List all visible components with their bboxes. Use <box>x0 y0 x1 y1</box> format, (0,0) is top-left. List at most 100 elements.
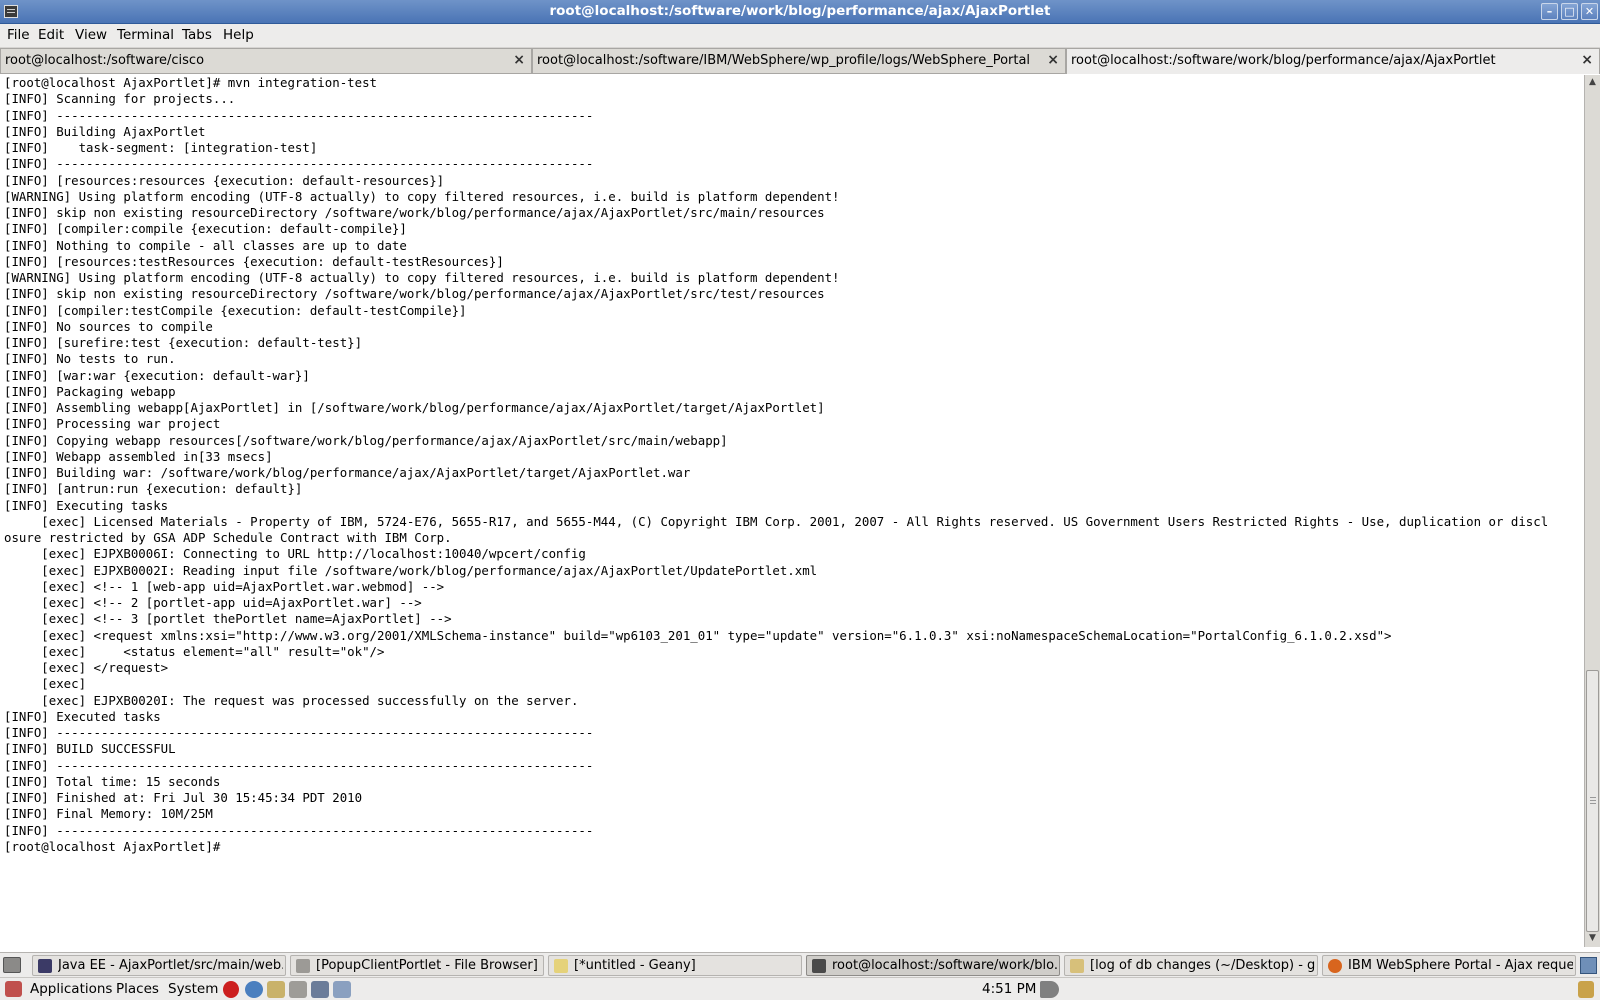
menu-system[interactable]: System <box>168 981 218 997</box>
maximize-button[interactable]: □ <box>1561 3 1578 20</box>
tab-websphere-logs[interactable]: root@localhost:/software/IBM/WebSphere/w… <box>532 48 1066 73</box>
terminal-line: [exec] Licensed Materials - Property of … <box>4 513 1549 529</box>
terminal-line: [exec] <!-- 2 [portlet-app uid=AjaxPortl… <box>4 595 422 610</box>
menu-view[interactable]: View <box>75 27 107 43</box>
taskbar-item-label: root@localhost:/software/work/blo... <box>832 958 1057 973</box>
terminal-line: [INFO] Nothing to compile - all classes … <box>4 237 407 253</box>
terminal-line: [exec] EJPXB0020I: The request was proce… <box>4 692 579 708</box>
terminal-line: [INFO] [resources:testResources {executi… <box>4 253 504 269</box>
eclipse-icon <box>38 959 52 973</box>
scroll-up-icon[interactable]: ▲ <box>1587 77 1598 89</box>
firefox-icon <box>1328 959 1342 973</box>
taskbar-item-label: [log of db changes (~/Desktop) - g... <box>1090 958 1315 973</box>
close-tab-icon[interactable]: × <box>513 52 525 68</box>
close-tab-icon[interactable]: × <box>1047 52 1059 68</box>
terminal-scrollbar[interactable]: ▲ ▼ <box>1584 75 1600 947</box>
terminal-line: [INFO] [surefire:test {execution: defaul… <box>4 335 363 350</box>
terminal-line: [WARNING] Using platform encoding (UTF-8… <box>4 270 840 285</box>
terminal-line: [exec] <box>4 676 87 692</box>
terminal-line: [INFO] Executing tasks <box>4 497 169 513</box>
taskbar-item-label: [*untitled - Geany] <box>574 958 696 973</box>
terminal-line: [INFO] Executed tasks <box>4 708 161 724</box>
terminal-line: [INFO] Packaging webapp <box>4 383 176 399</box>
terminal-line: [exec] <request xmlns:xsi="http://www.w3… <box>4 627 1392 643</box>
clock[interactable]: 4:51 PM <box>982 981 1036 997</box>
close-tab-icon[interactable]: × <box>1581 52 1593 68</box>
terminal-line: [INFO] task-segment: [integration-test] <box>4 140 318 155</box>
menu-tabs[interactable]: Tabs <box>182 27 212 43</box>
taskbar-item-terminal[interactable]: root@localhost:/software/work/blo... <box>806 955 1060 976</box>
terminal-line: [root@localhost AjaxPortlet]# <box>4 838 228 854</box>
terminal-line: [INFO] [compiler:testCompile {execution:… <box>4 302 467 318</box>
taskbar-item-gedit[interactable]: [log of db changes (~/Desktop) - g... <box>1064 955 1318 976</box>
gedit-icon <box>1070 959 1084 973</box>
terminal-line: [INFO] No sources to compile <box>4 318 213 334</box>
window-title: root@localhost:/software/work/blog/perfo… <box>549 3 1051 19</box>
menu-applications[interactable]: Applications <box>30 981 112 997</box>
terminal-line: [INFO] Scanning for projects... <box>4 91 236 107</box>
screenshot-launcher-icon[interactable] <box>333 981 351 998</box>
menu-places[interactable]: Places <box>116 981 159 997</box>
browser-launcher-icon[interactable] <box>245 981 263 998</box>
minimize-button[interactable]: – <box>1541 3 1558 20</box>
terminal-line: [INFO] Building AjaxPortlet <box>4 123 206 139</box>
terminal-line: [INFO] Building war: /software/work/blog… <box>4 465 691 480</box>
terminal-line: [INFO] skip non existing resourceDirecto… <box>4 286 825 302</box>
terminal-output[interactable]: [root@localhost AjaxPortlet]# mvn integr… <box>0 75 1584 947</box>
taskbar-item-label: Java EE - AjaxPortlet/src/main/web... <box>58 958 283 973</box>
terminal-line: [exec] EJPXB0006I: Connecting to URL htt… <box>4 546 586 562</box>
mail-launcher-icon[interactable] <box>267 981 285 998</box>
terminal-line: [INFO] ---------------------------------… <box>4 156 594 172</box>
terminal-line: [exec] EJPXB0002I: Reading input file /s… <box>4 562 818 578</box>
taskbar-item-label: IBM WebSphere Portal - Ajax reque... <box>1348 958 1573 973</box>
editor-launcher-icon[interactable] <box>289 981 307 998</box>
terminal-icon <box>812 959 826 973</box>
tab-cisco[interactable]: root@localhost:/software/cisco × <box>0 48 532 73</box>
terminal-line: [INFO] Copying webapp resources[/softwar… <box>4 432 728 448</box>
menu-help[interactable]: Help <box>223 27 254 43</box>
terminal-line: [WARNING] Using platform encoding (UTF-8… <box>4 188 840 204</box>
terminal-line: [INFO] ---------------------------------… <box>4 107 594 123</box>
window-titlebar[interactable]: root@localhost:/software/work/blog/perfo… <box>0 0 1600 24</box>
tab-ajaxportlet[interactable]: root@localhost:/software/work/blog/perfo… <box>1066 48 1600 74</box>
taskbar-item-geany[interactable]: [*untitled - Geany] <box>548 955 802 976</box>
taskbar-item-label: [PopupClientPortlet - File Browser] <box>316 958 538 973</box>
menu-terminal[interactable]: Terminal <box>117 27 174 43</box>
terminal-line: [INFO] [antrun:run {execution: default}] <box>4 481 303 497</box>
terminal-line: [exec] </request> <box>4 660 169 675</box>
terminal-line: [exec] <!-- 1 [web-app uid=AjaxPortlet.w… <box>4 578 445 594</box>
taskbar-item-eclipse[interactable]: Java EE - AjaxPortlet/src/main/web... <box>32 955 286 976</box>
terminal-line: osure restricted by GSA ADP Schedule Con… <box>4 530 452 545</box>
menu-edit[interactable]: Edit <box>38 27 64 43</box>
terminal-line: [root@localhost AjaxPortlet]# mvn integr… <box>4 75 377 90</box>
show-desktop-icon[interactable] <box>3 957 21 973</box>
taskbar-item-file-browser[interactable]: [PopupClientPortlet - File Browser] <box>290 955 544 976</box>
terminal-line: [INFO] ---------------------------------… <box>4 725 594 740</box>
terminal-line: [INFO] [resources:resources {execution: … <box>4 172 445 188</box>
tab-label: root@localhost:/software/IBM/WebSphere/w… <box>537 53 1031 68</box>
network-launcher-icon[interactable] <box>311 981 329 998</box>
terminal-line: [INFO] Processing war project <box>4 416 221 432</box>
terminal-line: [INFO] No tests to run. <box>4 351 176 367</box>
file-browser-icon <box>296 959 310 973</box>
gnome-panel: Applications Places System 4:51 PM <box>0 977 1600 1000</box>
terminal-line: [INFO] Total time: 15 seconds <box>4 773 221 789</box>
menu-bar: File Edit View Terminal Tabs Help <box>0 24 1600 47</box>
taskbar-item-firefox[interactable]: IBM WebSphere Portal - Ajax reque... <box>1322 955 1576 976</box>
terminal-line: [INFO] [war:war {execution: default-war}… <box>4 367 310 383</box>
workspace-switcher-icon[interactable] <box>1580 957 1597 974</box>
scroll-down-icon[interactable]: ▼ <box>1587 933 1598 945</box>
terminal-line: [INFO] [compiler:compile {execution: def… <box>4 221 407 237</box>
terminal-line: [INFO] Assembling webapp[AjaxPortlet] in… <box>4 400 825 415</box>
volume-icon[interactable] <box>1040 981 1059 998</box>
gnome-foot-icon <box>5 981 22 997</box>
terminal-line: [INFO] Finished at: Fri Jul 30 15:45:34 … <box>4 790 363 805</box>
tab-bar: root@localhost:/software/cisco × root@lo… <box>0 47 1600 74</box>
opera-launcher-icon[interactable] <box>223 981 239 998</box>
tab-label: root@localhost:/software/work/blog/perfo… <box>1071 53 1496 68</box>
terminal-line: [INFO] ---------------------------------… <box>4 822 594 838</box>
trash-icon[interactable] <box>1578 981 1594 998</box>
menu-file[interactable]: File <box>7 27 30 43</box>
scrollbar-thumb[interactable] <box>1586 670 1599 932</box>
close-window-button[interactable]: ✕ <box>1581 3 1598 20</box>
